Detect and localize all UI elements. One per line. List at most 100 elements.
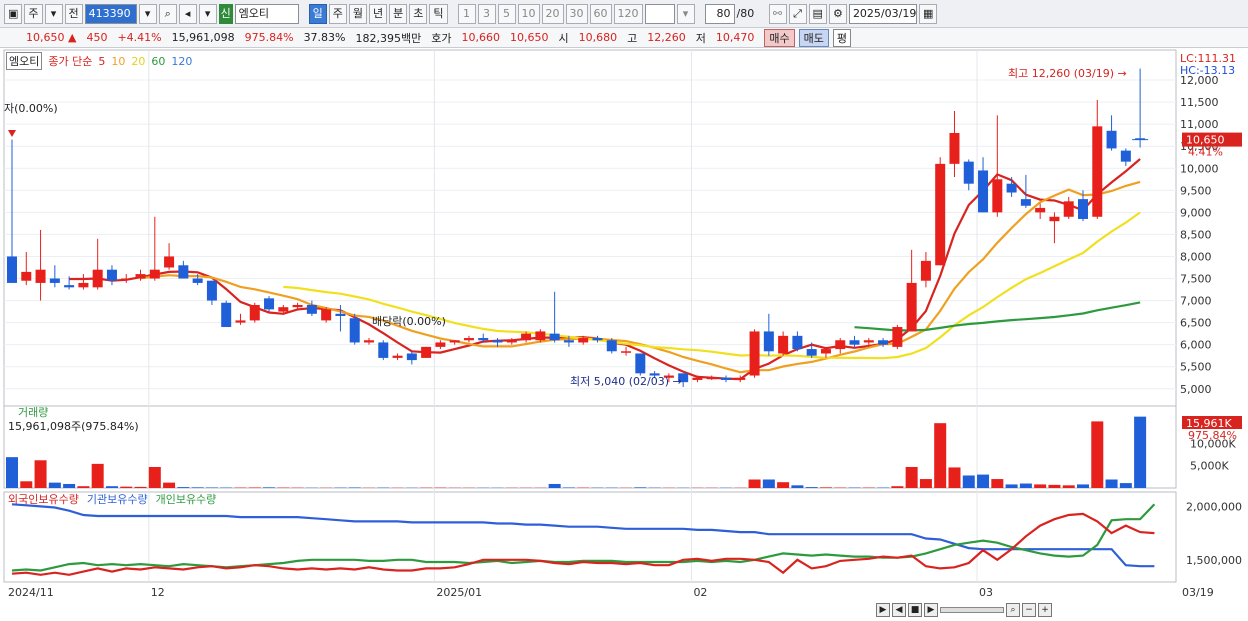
legend-individual-holding[interactable]: 개인보유수량 — [156, 491, 217, 507]
zoom-out-icon[interactable]: − — [1022, 603, 1036, 617]
price-tick-label: 8,500 — [1180, 228, 1212, 241]
custom-interval-input[interactable] — [644, 3, 675, 24]
interval-20[interactable]: 20 — [541, 3, 564, 24]
interval-120[interactable]: 120 — [613, 3, 643, 24]
interval-5[interactable]: 5 — [497, 3, 516, 24]
window-menu-icon[interactable]: ▣ — [4, 3, 23, 24]
forward-icon[interactable]: ▶ — [924, 603, 938, 617]
interval-30[interactable]: 30 — [565, 3, 588, 24]
bid-price: 10,650 — [510, 31, 549, 44]
candle-body — [535, 331, 546, 341]
candle-body — [735, 377, 746, 380]
price-tick-label: 11,500 — [1180, 96, 1219, 109]
volume-bar — [548, 483, 561, 488]
candle-body — [121, 278, 132, 281]
legend-ma120[interactable]: 120 — [171, 55, 192, 68]
prev-button[interactable]: 전 — [64, 3, 83, 24]
candle-body — [135, 274, 146, 279]
candle-body — [920, 260, 931, 281]
period-tick[interactable]: 틱 — [429, 3, 448, 24]
price-change: 450 — [86, 31, 108, 44]
interval-1[interactable]: 1 — [457, 3, 476, 24]
chart-legend: 엠오티 종가 단순 5 10 20 60 120 — [6, 52, 192, 70]
candle-body — [792, 335, 803, 350]
high-price: 12,260 — [647, 31, 686, 44]
interval-10[interactable]: 10 — [517, 3, 540, 24]
dividend-drop-marker: 배당락(0.00%) — [372, 315, 446, 328]
candle-body — [1063, 201, 1074, 217]
period-week[interactable]: 주 — [328, 3, 347, 24]
calendar-icon[interactable]: ▦ — [918, 3, 938, 24]
stock-name-field[interactable]: 엠오티 — [234, 3, 299, 24]
market-select[interactable]: 주 — [24, 3, 43, 24]
code-dropdown-icon[interactable]: ▾ — [138, 3, 157, 24]
market-dropdown-icon[interactable]: ▾ — [44, 3, 63, 24]
candle-body — [592, 338, 603, 341]
stop-icon[interactable]: ■ — [908, 603, 922, 617]
draw-tool-icon[interactable]: ⤢ — [788, 3, 807, 24]
legend-ma5[interactable]: 5 — [98, 55, 105, 68]
institution-holding-line — [11, 503, 1155, 568]
gear-icon[interactable]: ⚙ — [828, 3, 847, 24]
volume-bar — [634, 487, 647, 488]
price-tick-label: 9,500 — [1180, 184, 1212, 197]
interval-60[interactable]: 60 — [589, 3, 612, 24]
period-second[interactable]: 초 — [409, 3, 428, 24]
rewind-icon[interactable]: ◀ — [892, 603, 906, 617]
open-label: 시 — [558, 31, 569, 45]
scroll-track[interactable] — [940, 607, 1004, 613]
candle-body — [463, 338, 474, 341]
ask-price: 10,660 — [461, 31, 501, 44]
volume-bar — [348, 487, 361, 488]
period-minute[interactable]: 분 — [389, 3, 408, 24]
interval-dropdown-icon[interactable]: ▾ — [676, 3, 695, 24]
stock-code-input[interactable]: 413390 — [84, 3, 137, 24]
legend-ma60[interactable]: 60 — [151, 55, 165, 68]
period-year[interactable]: 년 — [369, 3, 388, 24]
period-month[interactable]: 월 — [348, 3, 368, 24]
zoom-icon[interactable]: ⌕ — [1006, 603, 1020, 617]
price-tick-label: 5,500 — [1180, 361, 1212, 374]
holding-tick-label: 1,500,000 — [1186, 554, 1242, 567]
legend-institution-holding[interactable]: 기관보유수량 — [87, 491, 148, 507]
legend-ma20[interactable]: 20 — [131, 55, 145, 68]
volume-tick-label: 5,000K — [1190, 460, 1229, 473]
legend-stock-name[interactable]: 엠오티 — [6, 52, 43, 70]
search-icon[interactable]: ⌕ — [158, 3, 177, 24]
candle-body — [421, 346, 432, 358]
candle-body — [378, 342, 389, 358]
zoom-in-icon[interactable]: + — [1038, 603, 1052, 617]
price-tick-label: 6,500 — [1180, 317, 1212, 330]
candle-body — [335, 313, 346, 316]
candle-body — [264, 298, 275, 310]
sell-button[interactable]: 매도 — [798, 28, 829, 47]
period-day[interactable]: 일 — [308, 3, 327, 24]
price-tick-label: 5,000 — [1180, 383, 1212, 396]
volume-bar — [1077, 484, 1089, 488]
link-icon[interactable]: ⚯ — [768, 3, 787, 24]
candle-body — [235, 320, 246, 323]
buy-button[interactable]: 매수 — [764, 28, 795, 47]
speaker-dropdown-icon[interactable]: ▾ — [198, 3, 217, 24]
candle-body — [64, 285, 75, 288]
average-button[interactable]: 평 — [832, 28, 851, 47]
volume-bar — [1119, 483, 1132, 488]
speaker-icon[interactable]: ◂ — [178, 3, 197, 24]
candle-body — [992, 179, 1003, 213]
save-icon[interactable]: ▤ — [808, 3, 827, 24]
stock-chart[interactable]: 12,00011,50011,00010,50010,0009,5009,000… — [0, 48, 1248, 621]
volume-bar — [905, 466, 918, 488]
ask-label: 호가 — [431, 31, 452, 45]
new-listing-badge: 신 — [218, 3, 233, 24]
count-input[interactable]: 80 — [704, 3, 735, 24]
volume-bar — [819, 487, 832, 488]
volume-ratio: 975.84% — [244, 31, 294, 44]
open-price: 10,680 — [578, 31, 618, 44]
play-icon[interactable]: ▶ — [876, 603, 890, 617]
legend-foreign-holding[interactable]: 외국인보유수량 — [8, 491, 79, 507]
candle-body — [978, 170, 989, 213]
legend-ma10[interactable]: 10 — [111, 55, 125, 68]
date-input[interactable]: 2025/03/19 — [848, 3, 917, 24]
interval-3[interactable]: 3 — [477, 3, 496, 24]
high-note: 최고 12,260 (03/19) → — [1008, 67, 1127, 80]
